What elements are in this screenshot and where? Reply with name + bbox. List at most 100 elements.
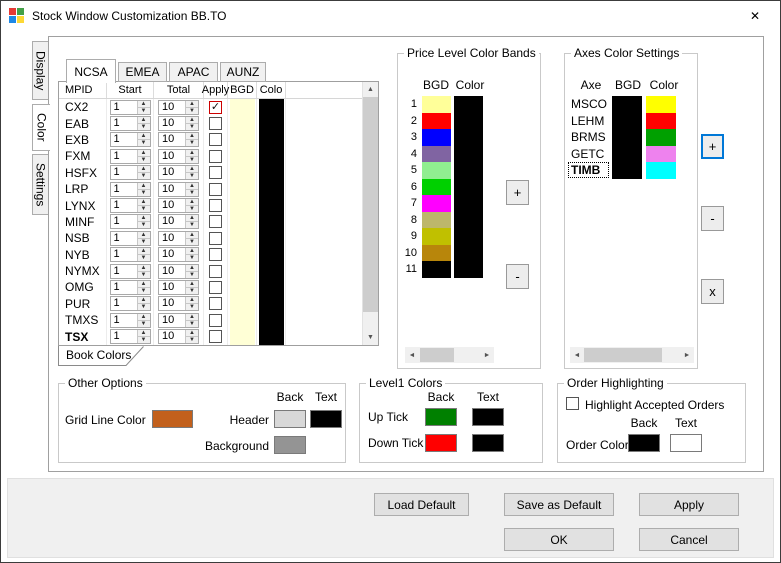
color-swatch[interactable] — [258, 230, 284, 247]
bgd-swatch[interactable] — [229, 295, 255, 313]
apply-checkbox[interactable] — [209, 182, 222, 196]
scrollbar-thumb[interactable] — [420, 348, 454, 362]
total-spinner[interactable]: 10 ▲ ▼ — [158, 132, 199, 148]
scroll-up-icon[interactable]: ▲ — [363, 82, 378, 97]
band-color-swatch[interactable] — [454, 112, 483, 129]
band-color-swatch[interactable] — [454, 96, 483, 113]
apply-button[interactable]: Apply — [639, 493, 739, 516]
band-bgd-swatch[interactable] — [422, 228, 451, 245]
band-color-swatch[interactable] — [454, 228, 483, 245]
color-swatch[interactable] — [258, 131, 284, 149]
start-spinner[interactable]: 1 ▲ ▼ — [109, 99, 151, 115]
apply-checkbox[interactable] — [209, 280, 222, 294]
scroll-left-icon[interactable]: ◄ — [570, 347, 584, 363]
order-back-swatch[interactable] — [628, 434, 660, 452]
scroll-right-icon[interactable]: ► — [680, 347, 694, 363]
spin-down-icon[interactable]: ▼ — [186, 205, 198, 213]
price-bands-hscrollbar[interactable]: ◄ ► — [405, 347, 494, 363]
spin-down-icon[interactable]: ▼ — [186, 221, 198, 229]
band-color-swatch[interactable] — [454, 244, 483, 261]
tab-ncsa[interactable]: NCSA — [66, 59, 116, 83]
color-swatch[interactable] — [258, 197, 284, 214]
spin-down-icon[interactable]: ▼ — [186, 172, 198, 180]
tick-back-swatch[interactable] — [425, 434, 457, 452]
total-spinner[interactable]: 10 ▲ ▼ — [158, 116, 199, 132]
start-spinner[interactable]: 1 ▲ ▼ — [109, 132, 151, 148]
axes-delete-button[interactable]: x — [701, 279, 724, 304]
tick-text-swatch[interactable] — [472, 408, 504, 426]
band-add-button[interactable]: + — [506, 180, 529, 205]
grid-line-color-swatch[interactable] — [152, 410, 193, 428]
spin-down-icon[interactable]: ▼ — [137, 319, 150, 327]
axes-row[interactable]: LEHM — [569, 112, 676, 129]
save-as-default-button[interactable]: Save as Default — [504, 493, 614, 516]
start-spinner[interactable]: 1 ▲ ▼ — [109, 247, 151, 263]
bgd-swatch[interactable] — [229, 148, 255, 165]
band-color-swatch[interactable] — [454, 195, 483, 212]
band-bgd-swatch[interactable] — [422, 261, 451, 278]
total-spinner[interactable]: 10 ▲ ▼ — [158, 148, 199, 164]
spin-down-icon[interactable]: ▼ — [186, 254, 198, 262]
total-spinner[interactable]: 10 ▲ ▼ — [158, 329, 199, 345]
axes-row[interactable]: TIMB — [568, 162, 676, 179]
total-spinner[interactable]: 10 ▲ ▼ — [158, 263, 199, 279]
spin-down-icon[interactable]: ▼ — [137, 270, 150, 278]
bgd-swatch[interactable] — [229, 115, 255, 132]
header-text-swatch[interactable] — [310, 410, 342, 428]
total-spinner[interactable]: 10 ▲ ▼ — [158, 312, 199, 328]
axe-color-swatch[interactable] — [646, 112, 676, 129]
tab-emea[interactable]: EMEA — [118, 62, 167, 82]
background-swatch[interactable] — [274, 436, 306, 454]
color-swatch[interactable] — [258, 115, 284, 132]
band-color-swatch[interactable] — [454, 211, 483, 228]
color-swatch[interactable] — [258, 148, 284, 165]
total-spinner[interactable]: 10 ▲ ▼ — [158, 214, 199, 230]
cancel-button[interactable]: Cancel — [639, 528, 739, 551]
apply-checkbox[interactable]: ✓ — [209, 100, 222, 114]
band-bgd-swatch[interactable] — [422, 244, 451, 261]
total-spinner[interactable]: 10 ▲ ▼ — [158, 279, 199, 295]
start-spinner[interactable]: 1 ▲ ▼ — [109, 181, 151, 197]
bgd-swatch[interactable] — [229, 230, 255, 247]
color-swatch[interactable] — [258, 328, 284, 345]
scrollbar-thumb[interactable] — [584, 348, 662, 362]
apply-checkbox[interactable] — [209, 117, 222, 131]
spin-down-icon[interactable]: ▼ — [186, 106, 198, 114]
scroll-left-icon[interactable]: ◄ — [405, 347, 419, 363]
axe-bgd-swatch[interactable] — [612, 162, 642, 179]
tab-apac[interactable]: APAC — [169, 62, 218, 82]
band-bgd-swatch[interactable] — [422, 195, 451, 212]
scroll-down-icon[interactable]: ▼ — [363, 330, 378, 345]
start-spinner[interactable]: 1 ▲ ▼ — [109, 116, 151, 132]
spin-down-icon[interactable]: ▼ — [186, 303, 198, 311]
spin-down-icon[interactable]: ▼ — [186, 336, 198, 344]
apply-checkbox[interactable] — [209, 199, 222, 213]
bgd-swatch[interactable] — [229, 213, 255, 231]
total-spinner[interactable]: 10 ▲ ▼ — [158, 296, 199, 312]
spin-down-icon[interactable]: ▼ — [186, 155, 198, 163]
order-text-swatch[interactable] — [670, 434, 702, 452]
total-spinner[interactable]: 10 ▲ ▼ — [158, 198, 199, 214]
color-swatch[interactable] — [258, 295, 284, 313]
apply-checkbox[interactable] — [209, 248, 222, 262]
axe-color-swatch[interactable] — [646, 96, 676, 113]
color-swatch[interactable] — [258, 279, 284, 296]
book-table-vscrollbar[interactable]: ▲ ▼ — [362, 82, 378, 345]
bgd-swatch[interactable] — [229, 328, 255, 345]
tick-back-swatch[interactable] — [425, 408, 457, 426]
band-remove-button[interactable]: - — [506, 264, 529, 289]
bgd-swatch[interactable] — [229, 131, 255, 149]
band-bgd-swatch[interactable] — [422, 112, 451, 129]
spin-down-icon[interactable]: ▼ — [137, 172, 150, 180]
total-spinner[interactable]: 10 ▲ ▼ — [158, 181, 199, 197]
scrollbar-thumb[interactable] — [363, 97, 378, 312]
axe-bgd-swatch[interactable] — [612, 112, 642, 129]
total-spinner[interactable]: 10 ▲ ▼ — [158, 230, 199, 246]
axes-row[interactable]: BRMS — [569, 129, 676, 146]
apply-checkbox[interactable] — [209, 166, 222, 180]
spin-down-icon[interactable]: ▼ — [137, 303, 150, 311]
axes-remove-button[interactable]: - — [701, 206, 724, 231]
color-swatch[interactable] — [258, 99, 284, 116]
color-swatch[interactable] — [258, 213, 284, 231]
header-back-swatch[interactable] — [274, 410, 306, 428]
